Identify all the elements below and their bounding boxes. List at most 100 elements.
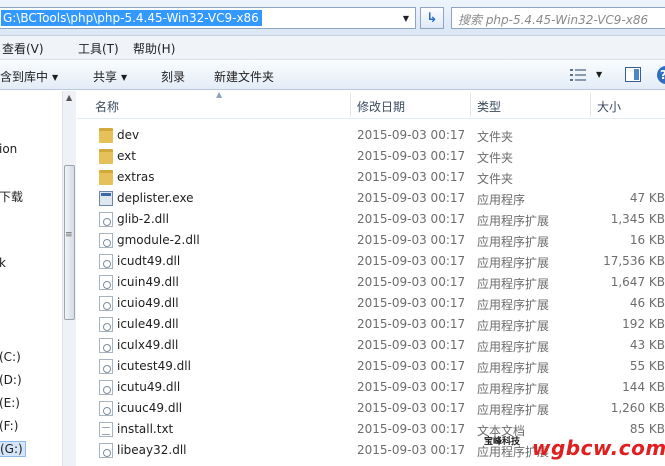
- include-in-library-button[interactable]: 含到库中 ▼: [0, 68, 58, 85]
- address-bar[interactable]: G:\BCTools\php\php-5.4.45-Win32-VC9-x86 …: [0, 7, 416, 29]
- chevron-down-icon: ▼: [121, 73, 128, 82]
- file-row[interactable]: icuuc49.dll 2015-09-03 00:17 应用程序扩展 1,260 K…: [77, 398, 665, 419]
- dll-icon: [99, 254, 113, 269]
- file-name: gmodule-2.dll: [117, 233, 200, 247]
- file-name: deplister.exe: [117, 191, 194, 205]
- menu-tools[interactable]: 工具(T): [78, 40, 119, 57]
- file-name: ext: [117, 149, 136, 163]
- address-path[interactable]: G:\BCTools\php\php-5.4.45-Win32-VC9-x86: [1, 10, 262, 26]
- dll-icon: [99, 212, 113, 227]
- file-row[interactable]: iculx49.dll 2015-09-03 00:17 应用程序扩展 43 KB: [77, 335, 665, 356]
- grip-icon: ≡: [65, 230, 73, 240]
- file-name: libeay32.dll: [117, 443, 187, 457]
- column-divider[interactable]: [470, 93, 471, 117]
- dll-icon: [99, 359, 113, 374]
- file-date: 2015-09-03 00:17: [357, 212, 466, 226]
- file-row[interactable]: dev 2015-09-03 00:17 文件夹: [77, 125, 665, 146]
- file-size: 1,647 KB: [610, 275, 665, 289]
- new-folder-button[interactable]: 新建文件夹: [214, 68, 274, 85]
- file-name: icutest49.dll: [117, 359, 191, 373]
- column-header-date[interactable]: 修改日期: [357, 98, 405, 115]
- folder-icon: [99, 149, 113, 164]
- file-name: extras: [117, 170, 155, 184]
- file-name: icule49.dll: [117, 317, 179, 331]
- file-row[interactable]: ext 2015-09-03 00:17 文件夹: [77, 146, 665, 167]
- nav-item-downloads[interactable]: 下载: [0, 188, 23, 205]
- file-name: icudt49.dll: [117, 254, 181, 268]
- file-name: icuin49.dll: [117, 275, 179, 289]
- file-row[interactable]: icudt49.dll 2015-09-03 00:17 应用程序扩展 17,536 …: [77, 251, 665, 272]
- txt-icon: [99, 422, 113, 437]
- chevron-down-icon[interactable]: ▼: [596, 70, 602, 79]
- file-row[interactable]: icutest49.dll 2015-09-03 00:17 应用程序扩展 55 KB: [77, 356, 665, 377]
- nav-item[interactable]: k: [0, 256, 6, 270]
- column-header-size[interactable]: 大小: [597, 98, 621, 115]
- file-size: 144 KB: [622, 380, 665, 394]
- share-label: 共享: [93, 70, 118, 84]
- dll-icon: [99, 443, 113, 458]
- help-icon[interactable]: ?: [657, 66, 665, 84]
- dll-icon: [99, 317, 113, 332]
- refresh-icon: ↳: [426, 10, 438, 26]
- file-date: 2015-09-03 00:17: [357, 359, 466, 373]
- file-date: 2015-09-03 00:17: [357, 296, 466, 310]
- file-date: 2015-09-03 00:17: [357, 443, 466, 457]
- address-bar-row: G:\BCTools\php\php-5.4.45-Win32-VC9-x86 …: [0, 0, 665, 36]
- file-row[interactable]: icutu49.dll 2015-09-03 00:17 应用程序扩展 144 KB: [77, 377, 665, 398]
- menu-help[interactable]: 帮助(H): [133, 40, 175, 57]
- file-date: 2015-09-03 00:17: [357, 128, 466, 142]
- address-dropdown-icon[interactable]: ▼: [398, 9, 414, 27]
- file-row[interactable]: gmodule-2.dll 2015-09-03 00:17 应用程序扩展 16 KB: [77, 230, 665, 251]
- column-header-name[interactable]: 名称: [95, 98, 119, 115]
- sort-ascending-icon: ▲: [216, 91, 223, 99]
- file-row[interactable]: icule49.dll 2015-09-03 00:17 应用程序扩展 192 KB: [77, 314, 665, 335]
- file-date: 2015-09-03 00:17: [357, 233, 466, 247]
- menu-bar: 查看(V) 工具(T) 帮助(H): [0, 36, 665, 60]
- file-row[interactable]: extras 2015-09-03 00:17 文件夹: [77, 167, 665, 188]
- dll-icon: [99, 233, 113, 248]
- nav-item-drive-e[interactable]: (E:): [0, 396, 20, 410]
- refresh-button[interactable]: ↳: [420, 7, 444, 29]
- folder-icon: [99, 170, 113, 185]
- watermark-brand: wgbcw.com: [532, 436, 665, 460]
- search-input[interactable]: 搜索 php-5.4.45-Win32-VC9-x86: [451, 7, 665, 29]
- file-name: dev: [117, 128, 140, 142]
- file-size: 43 KB: [629, 338, 665, 352]
- folder-icon: [99, 128, 113, 143]
- nav-item-drive-g[interactable]: (G:): [0, 441, 26, 457]
- file-size: 17,536 KB: [603, 254, 665, 268]
- dll-icon: [99, 275, 113, 290]
- file-size: 55 KB: [629, 359, 665, 373]
- file-row[interactable]: deplister.exe 2015-09-03 00:17 应用程序 47 KB: [77, 188, 665, 209]
- file-row[interactable]: glib-2.dll 2015-09-03 00:17 应用程序扩展 1,345 KB: [77, 209, 665, 230]
- file-type: 文件夹: [477, 151, 514, 165]
- nav-item-drive-f[interactable]: (F:): [0, 419, 18, 433]
- preview-pane-icon[interactable]: [625, 67, 641, 82]
- file-type: 应用程序扩展: [477, 214, 550, 228]
- scroll-up-icon[interactable]: ▲: [66, 93, 72, 102]
- nav-item-drive-d[interactable]: (D:): [0, 373, 22, 387]
- file-type: 应用程序: [477, 193, 526, 207]
- column-header-type[interactable]: 类型: [477, 98, 501, 115]
- file-row[interactable]: icuio49.dll 2015-09-03 00:17 应用程序扩展 46 KB: [77, 293, 665, 314]
- nav-item[interactable]: ion: [0, 142, 17, 156]
- file-size: 192 KB: [622, 317, 665, 331]
- column-divider[interactable]: [590, 93, 591, 117]
- burn-button[interactable]: 刻录: [161, 68, 185, 85]
- file-row[interactable]: icuin49.dll 2015-09-03 00:17 应用程序扩展 1,647 K…: [77, 272, 665, 293]
- file-name: install.txt: [117, 422, 174, 436]
- share-button[interactable]: 共享 ▼: [93, 68, 127, 85]
- nav-item-drive-c[interactable]: (C:): [0, 350, 21, 364]
- file-type: 应用程序扩展: [477, 277, 550, 291]
- file-name: icutu49.dll: [117, 380, 181, 394]
- view-options-icon[interactable]: [570, 68, 586, 82]
- nav-scrollbar[interactable]: ▲ ≡: [62, 91, 76, 466]
- search-placeholder: 搜索 php-5.4.45-Win32-VC9-x86: [458, 13, 649, 27]
- file-date: 2015-09-03 00:17: [357, 317, 466, 331]
- menu-view[interactable]: 查看(V): [2, 40, 44, 57]
- column-divider[interactable]: [350, 93, 351, 117]
- file-type: 应用程序扩展: [477, 256, 550, 270]
- scrollbar-thumb[interactable]: [64, 165, 75, 320]
- file-type: 文件夹: [477, 130, 514, 144]
- file-type: 应用程序扩展: [477, 361, 550, 375]
